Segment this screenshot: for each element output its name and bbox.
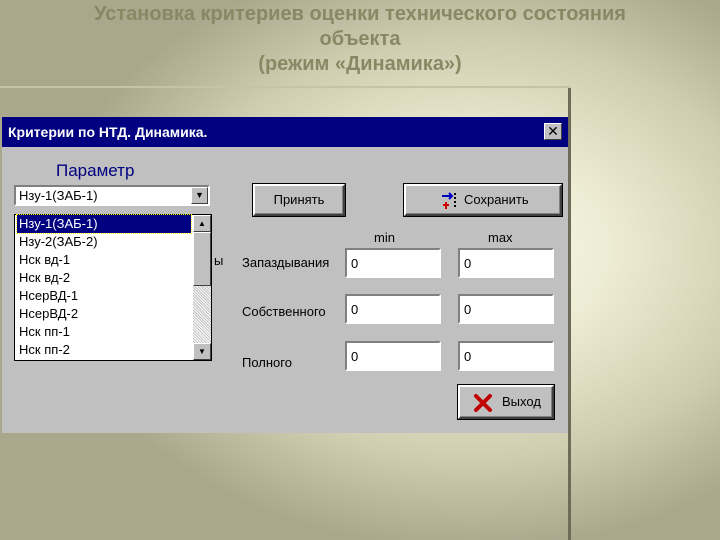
list-item[interactable]: Нзу-2(ЗАБ-2) [17,233,191,251]
slide-title: Установка критериев оценки технического … [0,2,720,77]
combobox-value: Нзу-1(ЗАБ-1) [19,188,98,203]
slide-title-line-1: Установка критериев оценки технического … [94,3,626,25]
delay-min-value: 0 [351,256,359,271]
list-item[interactable]: Нск пп-1 [17,323,191,341]
red-x-icon [474,394,492,412]
exit-button-label: Выход [502,394,541,409]
own-max-field[interactable]: 0 [458,294,554,324]
delay-max-field[interactable]: 0 [458,248,554,278]
exit-button[interactable]: Выход [457,384,555,420]
screenshot-right-edge [568,88,571,540]
criteria-dialog: Критерии по НТД. Динамика. ✕ Параметр Нз… [2,117,568,433]
parameter-combobox[interactable]: Нзу-1(ЗАБ-1) ▼ [14,185,210,206]
screenshot-top-edge [0,86,571,88]
save-button-label: Сохранить [464,192,529,207]
parameter-label: Параметр [56,161,135,180]
full-max-value: 0 [464,349,472,364]
dialog-titlebar: Критерии по НТД. Динамика. ✕ [2,117,568,147]
combobox-dropdown-button[interactable]: ▼ [191,187,208,204]
chevron-down-icon: ▼ [195,190,204,200]
parameter-dropdown-list[interactable]: Нзу-1(ЗАБ-1) Нзу-2(ЗАБ-2) Нск вд-1 Нск в… [14,214,212,361]
slide-title-line-2: объекта [319,28,401,50]
delay-min-field[interactable]: 0 [345,248,441,278]
dialog-title: Критерии по НТД. Динамика. [8,124,208,140]
own-label: Собственного [242,304,326,319]
slide-title-line-3: (режим «Динамика») [258,53,462,75]
scroll-up-button[interactable]: ▲ [193,215,211,232]
accept-button-label: Принять [273,192,325,207]
full-label: Полного [242,355,292,370]
list-item[interactable]: НсерВД-1 [17,287,191,305]
close-button[interactable]: ✕ [544,123,562,140]
delay-label: Запаздывания [242,255,330,270]
accept-button[interactable]: Принять [252,183,346,217]
list-item[interactable]: Нзу-1(ЗАБ-1) [16,214,192,234]
list-item[interactable]: Нск пп-2 [17,341,191,359]
hidden-label-fragment: ы [214,253,224,268]
save-button[interactable]: Сохранить [403,183,563,217]
list-item[interactable]: Нск вд-2 [17,269,191,287]
close-icon: ✕ [547,123,559,139]
arrow-up-icon: ▲ [198,219,206,228]
full-min-field[interactable]: 0 [345,341,441,371]
scroll-down-button[interactable]: ▼ [193,343,211,360]
scroll-thumb[interactable] [193,232,211,286]
save-arrows-icon [442,192,456,209]
own-max-value: 0 [464,302,472,317]
delay-max-value: 0 [464,256,472,271]
full-max-field[interactable]: 0 [458,341,554,371]
list-item[interactable]: Нск вд-1 [17,251,191,269]
max-column-header: max [488,230,513,245]
list-item[interactable]: НсерВД-2 [17,305,191,323]
own-min-field[interactable]: 0 [345,294,441,324]
arrow-down-icon: ▼ [198,347,206,356]
min-column-header: min [374,230,395,245]
full-min-value: 0 [351,349,359,364]
own-min-value: 0 [351,302,359,317]
list-scrollbar[interactable]: ▲ ▼ [193,215,211,360]
